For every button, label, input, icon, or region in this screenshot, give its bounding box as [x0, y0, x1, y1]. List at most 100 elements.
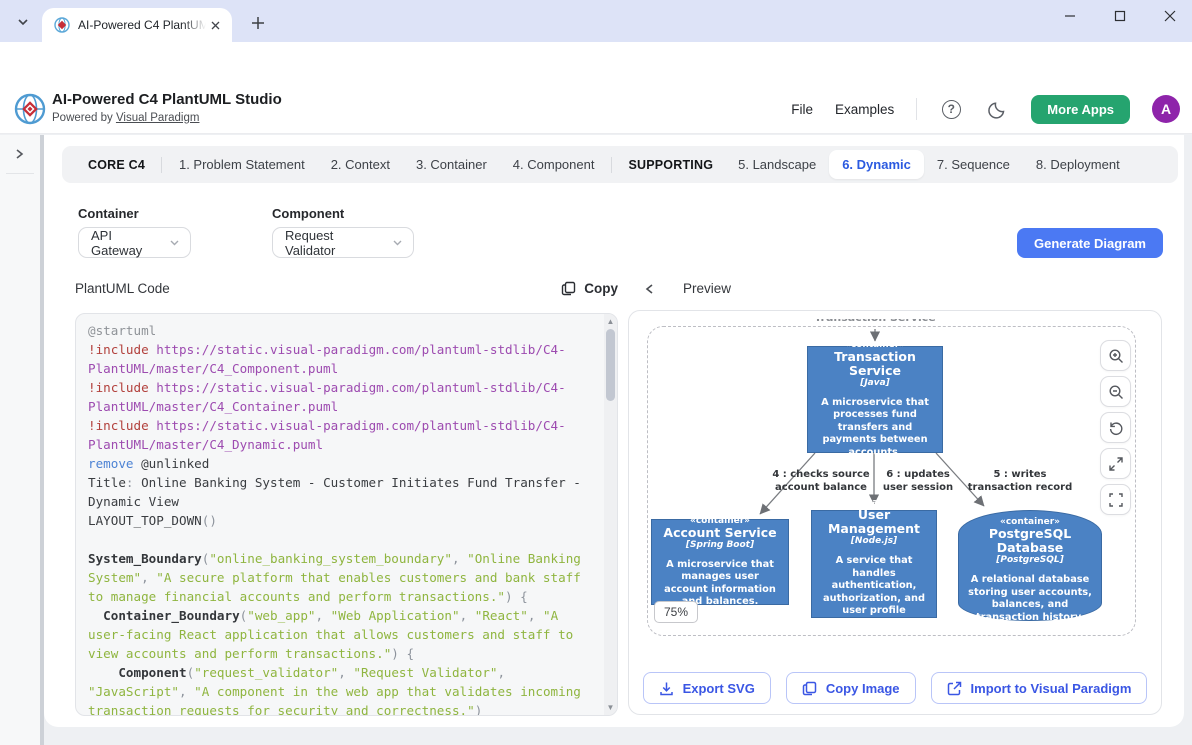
moon-icon: [988, 100, 1007, 119]
diagram-canvas[interactable]: Transaction Service «container» Tra: [637, 319, 1153, 661]
page-body: CORE C4 1. Problem Statement 2. Context …: [0, 135, 1192, 745]
file-menu[interactable]: File: [791, 102, 813, 117]
zoom-in-button[interactable]: [1100, 340, 1131, 371]
fullscreen-brackets-icon: [1108, 492, 1124, 508]
dark-mode-button[interactable]: [985, 97, 1009, 121]
scroll-down-icon[interactable]: ▼: [604, 701, 617, 714]
sidebar-expand-button[interactable]: [12, 147, 26, 161]
zoom-out-button[interactable]: [1100, 376, 1131, 407]
tab-dynamic[interactable]: 6. Dynamic: [829, 150, 924, 179]
tabs-divider: [161, 157, 162, 173]
container-label: Container: [78, 206, 139, 221]
copy-code-button[interactable]: Copy: [561, 281, 618, 296]
core-c4-section-label: CORE C4: [76, 158, 157, 172]
browser-tab[interactable]: AI-Powered C4 PlantUML Studio: [42, 8, 232, 42]
node-user-management: «container» User Management [Node.js] A …: [811, 510, 937, 618]
reset-view-button[interactable]: [1100, 412, 1131, 443]
new-tab-button[interactable]: [246, 11, 270, 35]
copy-icon: [561, 281, 576, 296]
node-name: PostgreSQL Database: [965, 527, 1095, 555]
node-description: A relational database storing user accou…: [965, 574, 1095, 624]
window-close-button[interactable]: [1160, 6, 1180, 26]
tab-sequence[interactable]: 7. Sequence: [924, 150, 1023, 179]
window-minimize-button[interactable]: [1060, 6, 1080, 26]
zoom-out-icon: [1108, 384, 1124, 400]
copy-image-button[interactable]: Copy Image: [786, 672, 916, 704]
window-maximize-button[interactable]: [1110, 6, 1130, 26]
tab-title: AI-Powered C4 PlantUML Studio: [78, 18, 206, 32]
copy-icon: [802, 681, 817, 696]
site-favicon: [54, 17, 70, 33]
plus-icon: [251, 16, 265, 30]
code-content[interactable]: @startuml!include https://static.visual-…: [76, 314, 604, 715]
powered-by: Powered by Visual Paradigm: [52, 112, 199, 124]
edge-label-4: 4 : checks source account balance: [770, 469, 872, 494]
node-tech: [Node.js]: [818, 536, 930, 546]
node-tech: [PostgreSQL]: [965, 555, 1095, 565]
expand-arrows-icon: [1108, 456, 1124, 472]
chevron-left-icon: [643, 282, 657, 296]
import-label: Import to Visual Paradigm: [971, 681, 1132, 696]
node-tech: [Spring Boot]: [658, 540, 782, 550]
page-title: AI-Powered C4 PlantUML Studio: [52, 91, 282, 108]
visual-paradigm-logo: [14, 93, 46, 125]
code-panel-title: PlantUML Code: [75, 281, 170, 296]
container-select-value: API Gateway: [91, 228, 159, 258]
tab-close-icon[interactable]: [206, 16, 224, 34]
node-description: A microservice that processes fund trans…: [814, 397, 936, 460]
edge-label-5: 5 : writes transaction record: [967, 469, 1073, 494]
step-tabs-bar: CORE C4 1. Problem Statement 2. Context …: [62, 146, 1178, 183]
collapse-preview-button[interactable]: [643, 282, 657, 296]
scroll-up-icon[interactable]: ▲: [604, 315, 617, 328]
export-svg-button[interactable]: Export SVG: [643, 672, 771, 704]
zoom-level-badge: 75%: [654, 601, 698, 623]
node-name: User Management: [818, 508, 930, 536]
user-avatar[interactable]: A: [1152, 95, 1180, 123]
fit-screen-button[interactable]: [1100, 448, 1131, 479]
tab-landscape[interactable]: 5. Landscape: [725, 150, 829, 179]
more-apps-button[interactable]: More Apps: [1031, 95, 1130, 124]
visual-paradigm-link[interactable]: Visual Paradigm: [116, 112, 200, 124]
collapsed-sidebar: [0, 135, 40, 745]
powered-by-text: Powered by: [52, 112, 116, 124]
examples-menu[interactable]: Examples: [835, 102, 894, 117]
component-select[interactable]: Request Validator: [272, 227, 414, 258]
code-scrollbar[interactable]: ▲ ▼: [604, 314, 617, 715]
help-icon: ?: [942, 100, 961, 119]
node-description: A service that handles authentication, a…: [818, 555, 930, 630]
node-name: Account Service: [658, 526, 782, 540]
preview-card: Transaction Service «container» Tra: [628, 310, 1162, 715]
tab-component[interactable]: 4. Component: [500, 150, 608, 179]
preview-panel-title: Preview: [683, 281, 731, 296]
component-label: Component: [272, 206, 344, 221]
copy-label: Copy: [584, 281, 618, 296]
copy-image-label: Copy Image: [826, 681, 900, 696]
node-tech: [Java]: [814, 378, 936, 388]
tab-container[interactable]: 3. Container: [403, 150, 500, 179]
main-content-card: CORE C4 1. Problem Statement 2. Context …: [44, 135, 1184, 727]
browser-tabstrip: AI-Powered C4 PlantUML Studio: [0, 0, 1192, 42]
app-header: AI-Powered C4 PlantUML Studio Powered by…: [0, 84, 1192, 134]
rotate-ccw-icon: [1108, 420, 1124, 436]
external-link-icon: [947, 681, 962, 696]
help-button[interactable]: ?: [939, 97, 963, 121]
supporting-section-label: SUPPORTING: [616, 158, 725, 172]
export-svg-label: Export SVG: [683, 681, 755, 696]
import-to-visual-paradigm-button[interactable]: Import to Visual Paradigm: [931, 672, 1148, 704]
fullscreen-button[interactable]: [1100, 484, 1131, 515]
chevron-right-icon: [12, 147, 26, 161]
container-select[interactable]: API Gateway: [78, 227, 191, 258]
tab-problem-statement[interactable]: 1. Problem Statement: [166, 150, 318, 179]
tab-context[interactable]: 2. Context: [318, 150, 403, 179]
plantuml-code-editor[interactable]: @startuml!include https://static.visual-…: [75, 313, 618, 716]
tab-search-button[interactable]: [10, 9, 36, 35]
tabs-divider: [611, 157, 612, 173]
chevron-down-icon: [17, 16, 29, 28]
header-divider: [916, 98, 917, 120]
generate-diagram-button[interactable]: Generate Diagram: [1017, 228, 1163, 258]
scrollbar-thumb[interactable]: [606, 329, 615, 401]
tab-deployment[interactable]: 8. Deployment: [1023, 150, 1133, 179]
node-postgresql-database: «container» PostgreSQL Database [Postgre…: [958, 510, 1102, 621]
download-icon: [659, 681, 674, 696]
node-transaction-service: «container» Transaction Service [Java] A…: [807, 346, 943, 453]
